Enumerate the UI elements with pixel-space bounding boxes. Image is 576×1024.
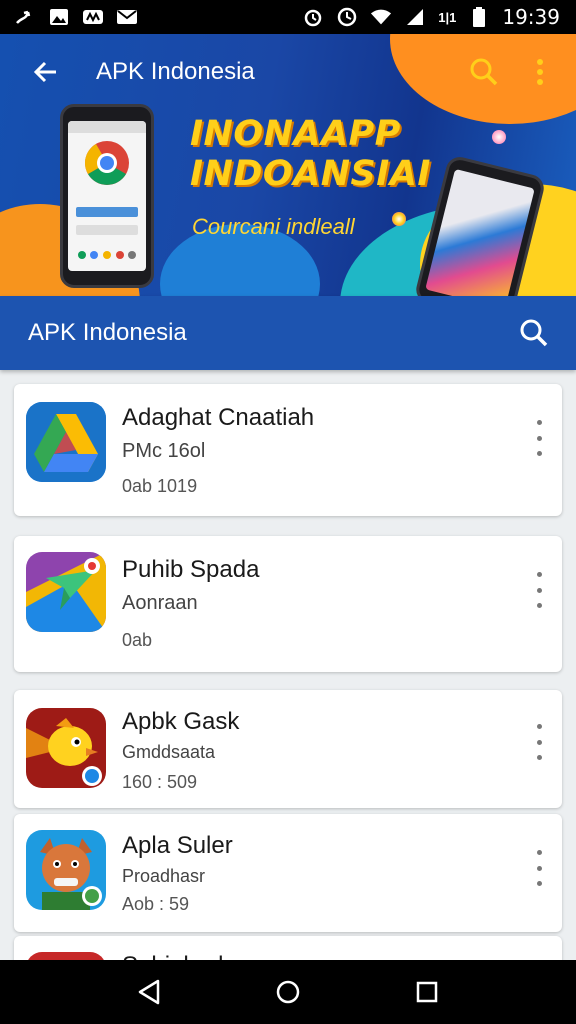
mail-icon bbox=[116, 8, 138, 26]
triangle-back-icon bbox=[139, 979, 160, 1005]
nav-back-button[interactable] bbox=[129, 972, 169, 1012]
cell-signal-icon bbox=[404, 8, 426, 26]
banner-title: APK Indonesia bbox=[96, 58, 255, 85]
app-meta: Aob : 59 bbox=[122, 894, 190, 914]
wifi-icon bbox=[370, 8, 392, 26]
search-icon bbox=[520, 319, 548, 347]
circle-home-icon bbox=[276, 980, 300, 1004]
app-meta: 160 : 509 bbox=[122, 772, 198, 792]
app-bar: APK Indonesia bbox=[0, 296, 576, 370]
app-meta: 0ab bbox=[122, 630, 153, 650]
overflow-menu-button[interactable] bbox=[520, 52, 560, 92]
banner-headline: INONAAPP INDOANSIAI bbox=[190, 114, 431, 194]
more-options-button[interactable] bbox=[532, 724, 546, 760]
search-icon bbox=[470, 58, 498, 86]
app-name: Adaghat Cnaatiah bbox=[122, 404, 315, 431]
banner-toolbar: APK Indonesia bbox=[0, 34, 576, 110]
app-card[interactable]: Adaghat Cnaatiah PMc 16ol 0ab 1019 bbox=[14, 384, 562, 516]
phone-screen bbox=[68, 121, 146, 271]
app-name: Puhib Spada bbox=[122, 556, 260, 583]
bird-icon bbox=[26, 708, 106, 788]
nav-home-button[interactable] bbox=[268, 972, 308, 1012]
clock-icon bbox=[336, 7, 358, 27]
missed-call-icon bbox=[14, 8, 36, 26]
video-icon bbox=[82, 8, 104, 26]
system-nav-bar bbox=[0, 960, 576, 1024]
app-bar-title: APK Indonesia bbox=[28, 319, 187, 346]
app-developer: PMc 16ol bbox=[122, 440, 206, 462]
app-developer: Proadhasr bbox=[122, 866, 206, 886]
signal-text: 1|1 bbox=[438, 9, 457, 25]
nav-recents-button[interactable] bbox=[407, 972, 447, 1012]
status-time: 19:39 bbox=[502, 5, 560, 29]
search-button[interactable] bbox=[464, 52, 504, 92]
alarm-icon bbox=[302, 8, 324, 27]
cat-icon bbox=[26, 830, 106, 910]
drive-icon bbox=[26, 402, 106, 482]
plane-icon bbox=[26, 552, 106, 632]
app-developer: Aonraan bbox=[122, 592, 198, 614]
app-developer: Gmddsaata bbox=[122, 742, 216, 762]
app-card[interactable]: Puhib Spada Aonraan 0ab bbox=[14, 536, 562, 672]
app-meta: 0ab 1019 bbox=[122, 476, 198, 496]
more-options-button[interactable] bbox=[532, 420, 546, 456]
image-icon bbox=[48, 8, 70, 26]
app-card[interactable]: Apla Suler Proadhasr Aob : 59 bbox=[14, 814, 562, 932]
sparkle-icon bbox=[392, 212, 406, 226]
more-vert-icon bbox=[537, 59, 543, 85]
chrome-icon bbox=[68, 121, 146, 259]
more-options-button[interactable] bbox=[532, 850, 546, 886]
app-name: Apbk Gask bbox=[122, 708, 240, 735]
app-card[interactable]: Apbk Gask Gmddsaata 160 : 509 bbox=[14, 690, 562, 808]
square-recents-icon bbox=[416, 981, 437, 1003]
app-name: Apla Suler bbox=[122, 832, 233, 859]
phone-screen-right bbox=[425, 168, 535, 296]
more-options-button[interactable] bbox=[532, 572, 546, 608]
headline-line-1: INONAAPP bbox=[190, 114, 401, 154]
headline-line-2: INDOANSIAI bbox=[190, 154, 431, 194]
sparkle-icon bbox=[492, 130, 506, 144]
status-bar: 1|1 19:39 bbox=[0, 0, 576, 34]
arrow-back-icon bbox=[33, 61, 56, 83]
banner-tagline: Courcani indleall bbox=[192, 214, 355, 239]
phone-mockup-left bbox=[60, 104, 154, 288]
back-button[interactable] bbox=[26, 52, 66, 92]
battery-icon bbox=[468, 7, 490, 27]
promo-banner: INONAAPP INDOANSIAI Courcani indleall AP… bbox=[0, 34, 576, 296]
app-bar-search-button[interactable] bbox=[514, 313, 554, 353]
